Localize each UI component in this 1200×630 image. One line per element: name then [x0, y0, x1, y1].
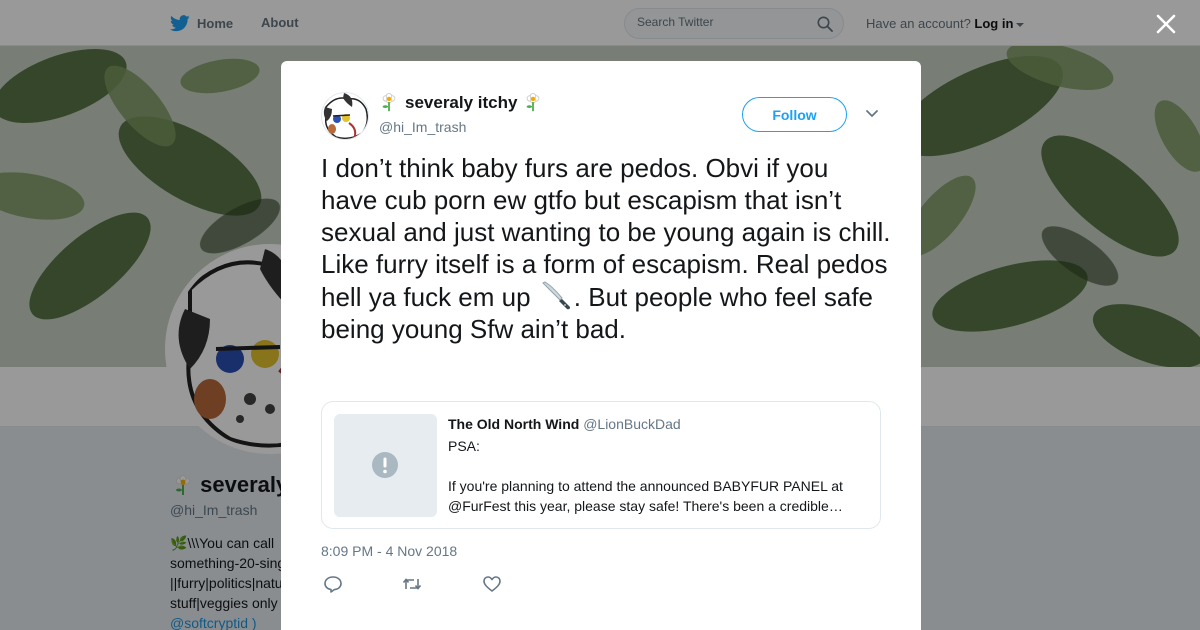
tweet-text: I don’t think baby furs are pedos. Obvi … [321, 152, 891, 345]
quoted-tweet-card[interactable]: The Old North Wind @LionBuckDad PSA: If … [321, 401, 881, 529]
tweet-modal: severaly itchy @hi_Im_trash Follow I don… [281, 61, 921, 630]
quoted-text-line: If you're planning to attend the announc… [448, 478, 843, 494]
dog-avatar-small-graphic [322, 93, 368, 139]
quoted-media-placeholder [334, 414, 437, 517]
tweet-author-name-text: severaly itchy [405, 93, 518, 112]
chevron-down-icon[interactable] [865, 109, 879, 119]
tulip-emoji-icon [527, 93, 540, 112]
knife-emoji [541, 281, 570, 310]
retweet-icon[interactable] [402, 574, 422, 594]
tweet-author-name[interactable]: severaly itchy [379, 93, 549, 113]
quoted-tweet-header: The Old North Wind @LionBuckDad [448, 416, 681, 432]
quoted-text-line: PSA: [448, 438, 480, 454]
quoted-tweet-text: PSA: If you're planning to attend the an… [448, 436, 858, 516]
quoted-author-handle[interactable]: @LionBuckDad [583, 416, 681, 432]
tweet-author-avatar[interactable] [321, 92, 369, 140]
quoted-text-line: @FurFest this year, please stay safe! Th… [448, 498, 843, 514]
tulip-emoji-icon [382, 93, 396, 112]
follow-button[interactable]: Follow [742, 97, 847, 132]
quoted-author-name[interactable]: The Old North Wind [448, 416, 579, 432]
tweet-author-handle[interactable]: @hi_Im_trash [379, 119, 466, 135]
reply-icon[interactable] [323, 574, 343, 594]
close-icon[interactable] [1155, 13, 1177, 35]
quoted-text-line [448, 456, 858, 476]
tweet-timestamp[interactable]: 8:09 PM - 4 Nov 2018 [321, 543, 457, 559]
warning-icon [372, 452, 398, 478]
heart-icon[interactable] [482, 574, 502, 594]
